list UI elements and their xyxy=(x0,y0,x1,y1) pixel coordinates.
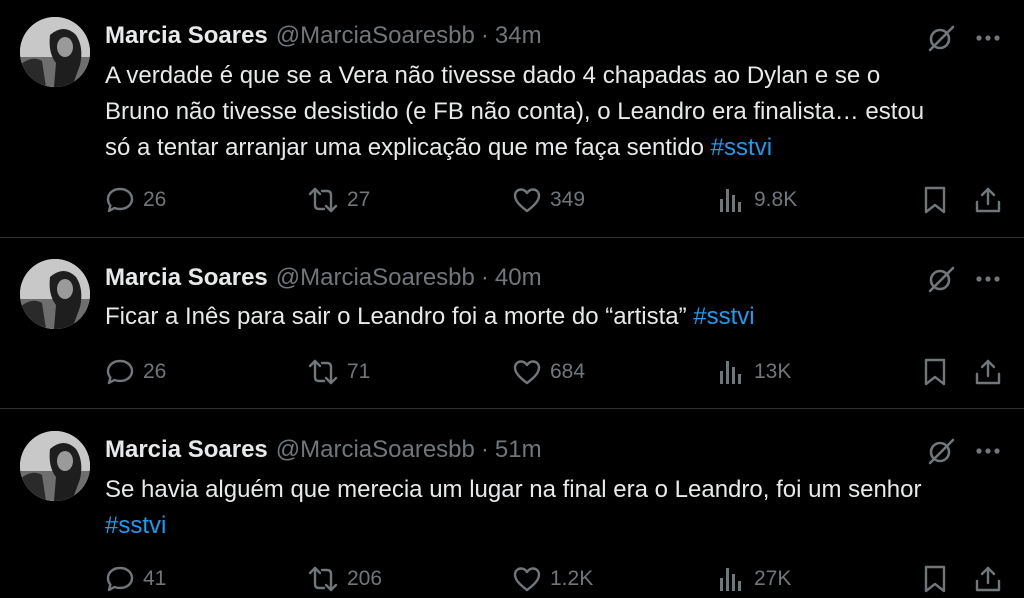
repost-count: 206 xyxy=(347,567,383,590)
bookmark-button[interactable] xyxy=(920,563,950,595)
views-button[interactable]: 27K xyxy=(716,563,791,595)
like-count: 1.2K xyxy=(550,567,594,590)
views-button[interactable]: 9.8K xyxy=(716,184,797,216)
views-icon xyxy=(720,568,741,591)
separator-dot: · xyxy=(480,436,489,463)
repost-icon xyxy=(308,187,338,213)
bookmark-button[interactable] xyxy=(920,184,950,216)
like-icon xyxy=(513,360,541,385)
share-button[interactable] xyxy=(973,563,1003,595)
views-icon xyxy=(720,361,741,384)
repost-count: 27 xyxy=(347,188,371,211)
reply-count: 41 xyxy=(143,567,167,590)
like-icon xyxy=(513,188,541,213)
repost-button[interactable]: 206 xyxy=(307,563,382,595)
tweet-header: Marcia Soares @MarciaSoaresbb · 51m xyxy=(105,435,542,465)
repost-count: 71 xyxy=(347,360,371,383)
bookmark-icon xyxy=(924,565,946,593)
grok-icon[interactable] xyxy=(925,263,957,295)
more-icon[interactable] xyxy=(972,435,1004,467)
hashtag-link[interactable]: #sstvi xyxy=(711,134,772,161)
user-handle[interactable]: @MarciaSoaresbb xyxy=(276,436,475,464)
like-button[interactable]: 349 xyxy=(512,184,585,216)
tweet-text: Ficar a Inês para sair o Leandro foi a m… xyxy=(105,299,1010,335)
display-name[interactable]: Marcia Soares xyxy=(105,264,268,292)
reply-icon xyxy=(106,359,134,385)
bookmark-icon xyxy=(924,186,946,214)
views-count: 27K xyxy=(754,567,792,590)
like-button[interactable]: 1.2K xyxy=(512,563,593,595)
repost-icon xyxy=(308,566,338,592)
share-button[interactable] xyxy=(973,184,1003,216)
timestamp[interactable]: 34m xyxy=(495,22,542,50)
reply-button[interactable]: 26 xyxy=(105,356,166,388)
tweet-body: Se havia alguém que merecia um lugar na … xyxy=(105,476,922,503)
tweet-header: Marcia Soares @MarciaSoaresbb · 34m xyxy=(105,21,542,51)
reply-icon xyxy=(106,566,134,592)
repost-button[interactable]: 71 xyxy=(307,356,370,388)
tweet-text: A verdade é que se a Vera não tivesse da… xyxy=(105,58,1010,166)
tweet[interactable]: Marcia Soares @MarciaSoaresbb · 40m Fica… xyxy=(0,239,1024,409)
bookmark-icon xyxy=(924,358,946,386)
reply-count: 26 xyxy=(143,360,167,383)
more-icon[interactable] xyxy=(972,22,1004,54)
views-button[interactable]: 13K xyxy=(716,356,791,388)
tweet-body: A verdade é que se a Vera não tivesse da… xyxy=(105,62,925,161)
tweet[interactable]: Marcia Soares @MarciaSoaresbb · 34m A ve… xyxy=(0,0,1024,238)
hashtag-link[interactable]: #sstvi xyxy=(105,512,166,539)
share-button[interactable] xyxy=(973,356,1003,388)
reply-icon xyxy=(106,187,134,213)
timestamp[interactable]: 40m xyxy=(495,264,542,292)
avatar[interactable] xyxy=(20,431,90,501)
views-icon xyxy=(720,189,741,212)
tweet-text: Se havia alguém que merecia um lugar na … xyxy=(105,472,1010,544)
user-handle[interactable]: @MarciaSoaresbb xyxy=(276,22,475,50)
separator-dot: · xyxy=(480,22,489,49)
avatar[interactable] xyxy=(20,259,90,329)
tweet[interactable]: Marcia Soares @MarciaSoaresbb · 51m Se h… xyxy=(0,410,1024,598)
like-count: 349 xyxy=(550,188,586,211)
display-name[interactable]: Marcia Soares xyxy=(105,22,268,50)
avatar[interactable] xyxy=(20,17,90,87)
grok-icon[interactable] xyxy=(925,435,957,467)
like-icon xyxy=(513,567,541,592)
repost-icon xyxy=(308,359,338,385)
reply-button[interactable]: 41 xyxy=(105,563,166,595)
repost-button[interactable]: 27 xyxy=(307,184,370,216)
reply-button[interactable]: 26 xyxy=(105,184,166,216)
views-count: 13K xyxy=(754,360,792,383)
separator-dot: · xyxy=(480,264,489,291)
bookmark-button[interactable] xyxy=(920,356,950,388)
share-icon xyxy=(975,359,1001,385)
like-button[interactable]: 684 xyxy=(512,356,585,388)
tweet-header: Marcia Soares @MarciaSoaresbb · 40m xyxy=(105,263,542,293)
views-count: 9.8K xyxy=(754,188,798,211)
timestamp[interactable]: 51m xyxy=(495,436,542,464)
like-count: 684 xyxy=(550,360,586,383)
share-icon xyxy=(975,566,1001,592)
user-handle[interactable]: @MarciaSoaresbb xyxy=(276,264,475,292)
reply-count: 26 xyxy=(143,188,167,211)
tweet-body: Ficar a Inês para sair o Leandro foi a m… xyxy=(105,303,694,330)
more-icon[interactable] xyxy=(972,263,1004,295)
hashtag-link[interactable]: #sstvi xyxy=(693,303,754,330)
grok-icon[interactable] xyxy=(925,22,957,54)
share-icon xyxy=(975,187,1001,213)
display-name[interactable]: Marcia Soares xyxy=(105,436,268,464)
